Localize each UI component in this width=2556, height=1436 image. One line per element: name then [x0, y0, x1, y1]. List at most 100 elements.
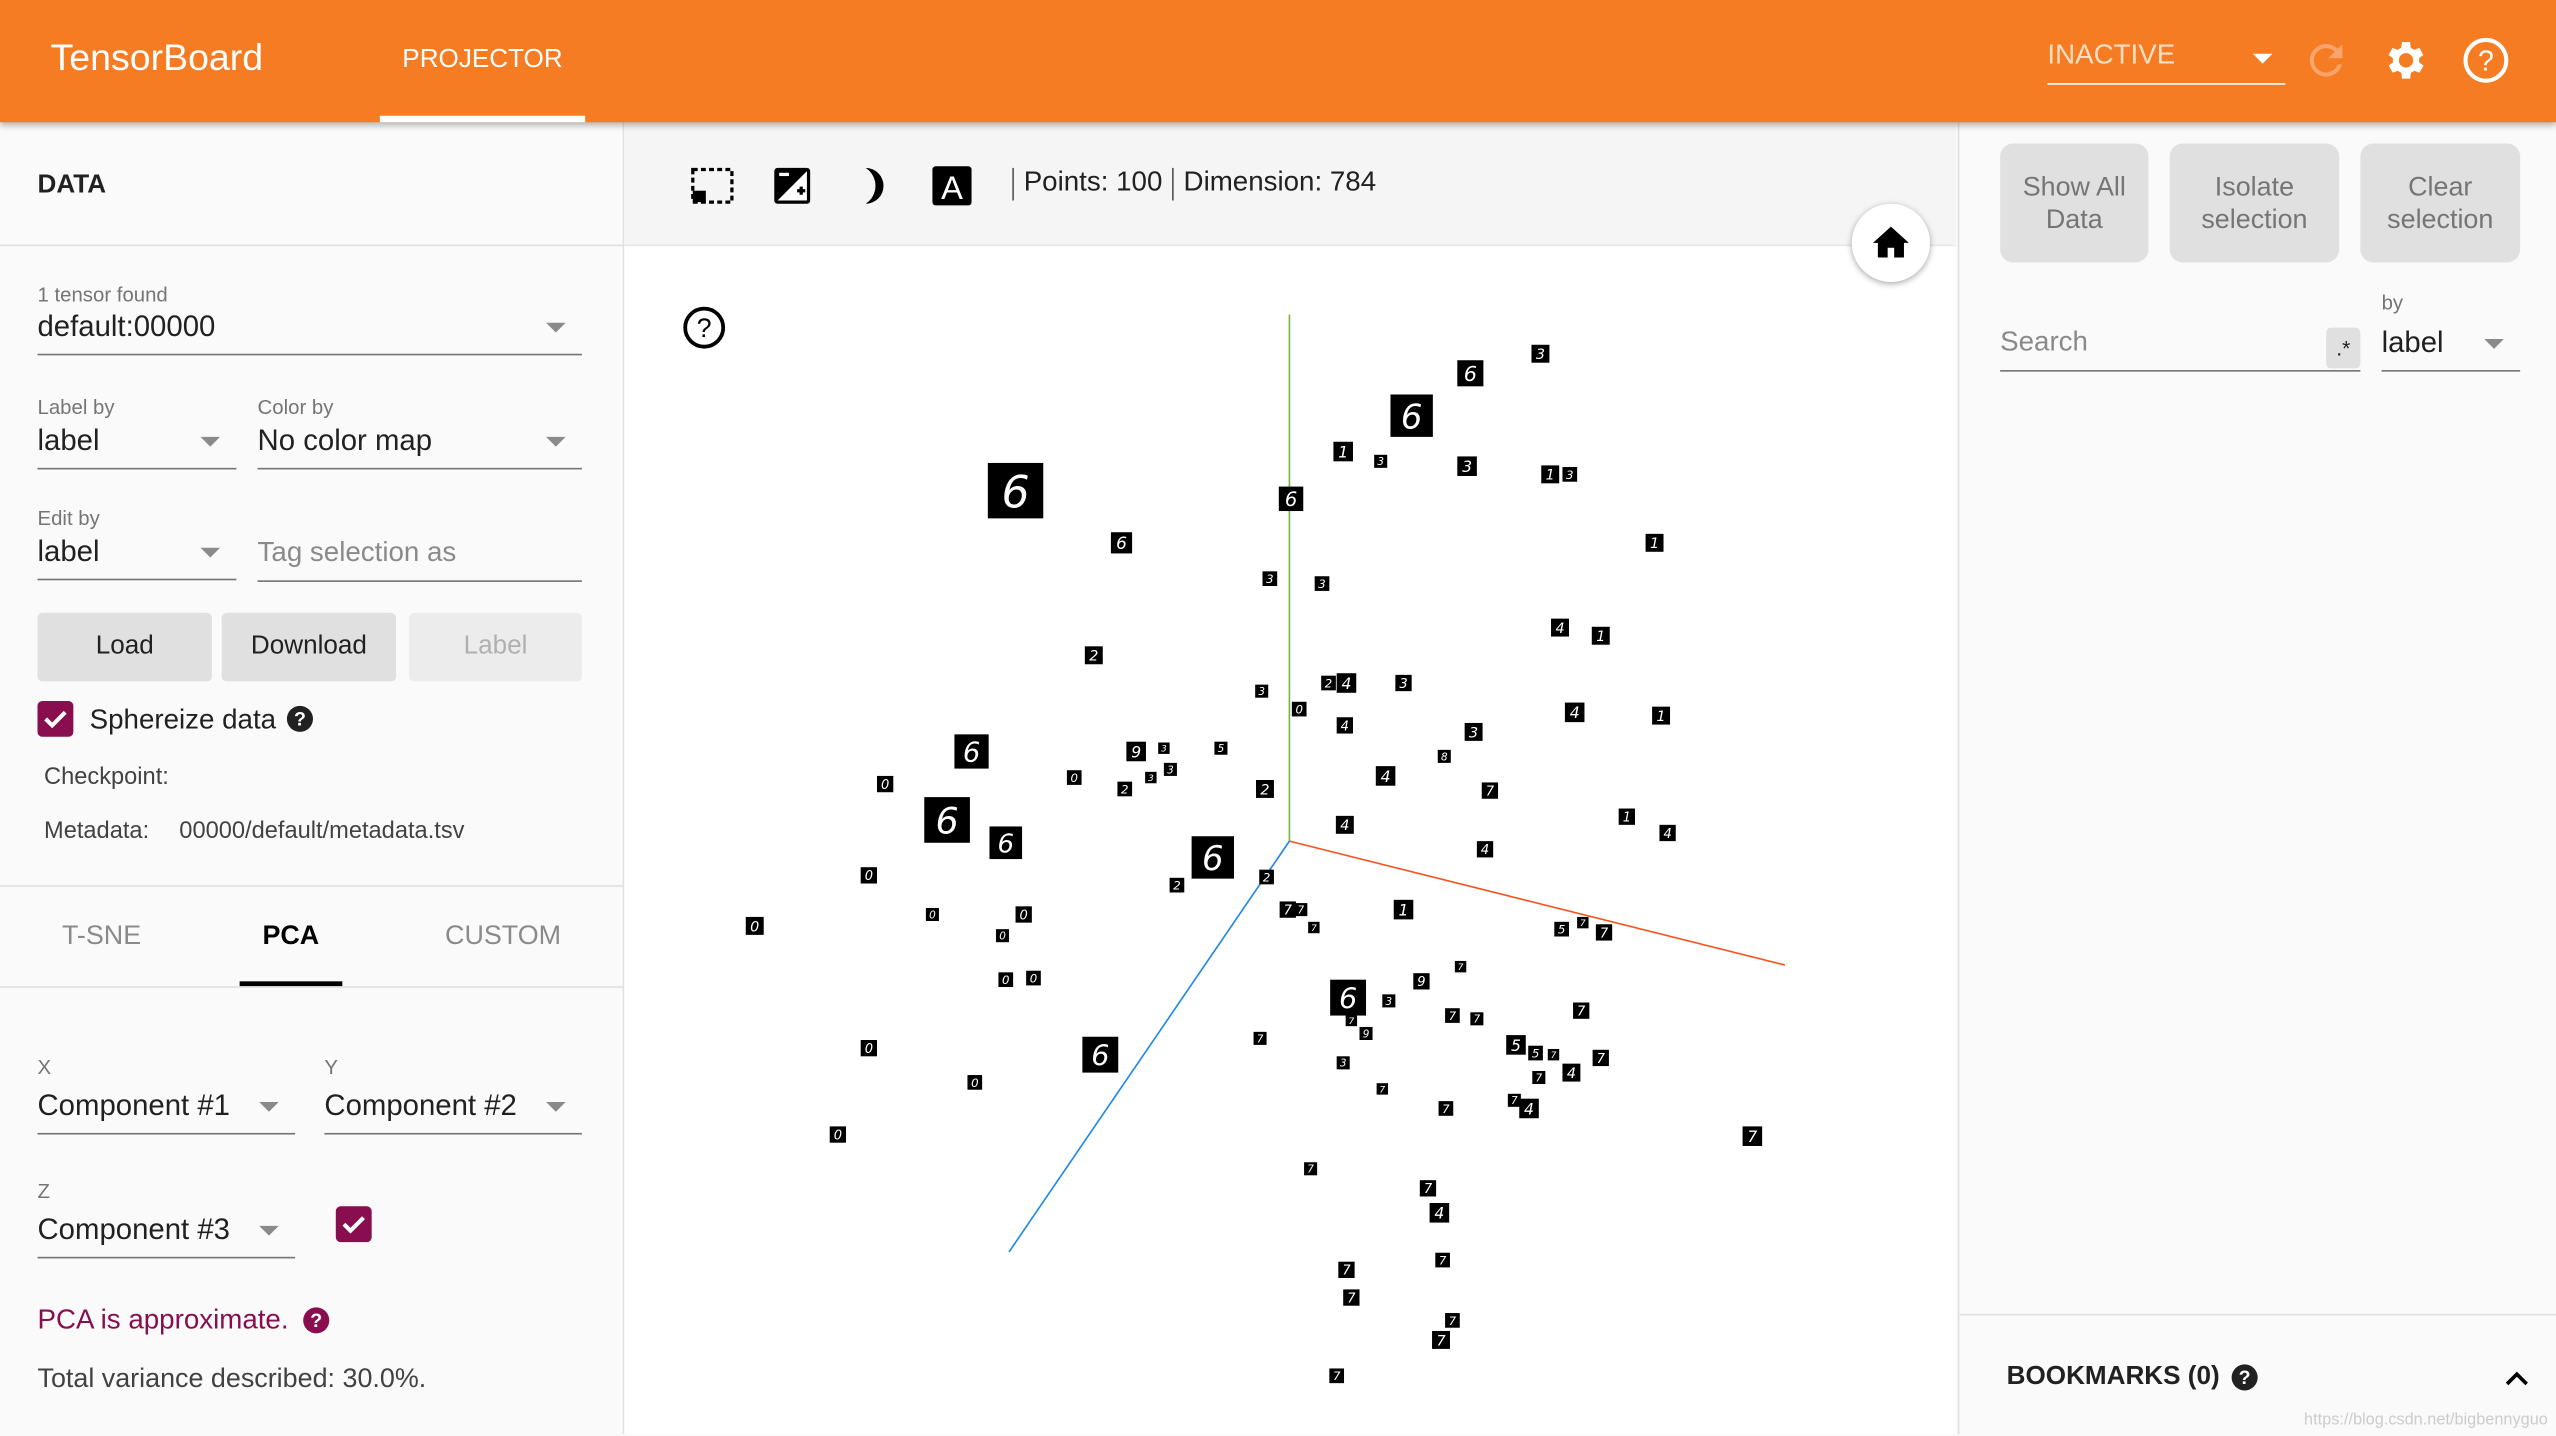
- data-point[interactable]: 3: [1374, 454, 1388, 468]
- data-point[interactable]: 1: [1333, 441, 1353, 462]
- y-component-select[interactable]: Component #2: [324, 1081, 582, 1135]
- data-point[interactable]: 0: [1291, 701, 1307, 717]
- data-point[interactable]: 9: [1359, 1026, 1373, 1040]
- data-point[interactable]: 3: [1158, 742, 1170, 755]
- data-point[interactable]: 2: [1321, 675, 1336, 691]
- data-point[interactable]: 9: [1413, 973, 1430, 990]
- data-point[interactable]: 7: [1470, 1012, 1484, 1026]
- tensor-select[interactable]: default:00000: [37, 302, 582, 356]
- data-point[interactable]: 7: [1595, 924, 1613, 941]
- color-by-select[interactable]: No color map: [257, 416, 582, 470]
- data-point[interactable]: 4: [1562, 1063, 1581, 1082]
- data-point[interactable]: 7: [1279, 901, 1296, 918]
- data-point[interactable]: 6: [1082, 1036, 1119, 1073]
- data-point[interactable]: 3: [1255, 684, 1269, 698]
- data-point[interactable]: 5: [1554, 921, 1569, 937]
- chevron-up-icon[interactable]: [2504, 1368, 2530, 1388]
- data-point[interactable]: 0: [745, 916, 764, 935]
- moon-icon[interactable]: [849, 163, 895, 209]
- edit-by-select[interactable]: label: [37, 527, 237, 581]
- data-point[interactable]: 4: [1429, 1203, 1450, 1223]
- data-point[interactable]: 6: [1278, 486, 1304, 512]
- clear-selection-button[interactable]: Clear selection: [2360, 143, 2521, 263]
- data-point[interactable]: 7: [1345, 1014, 1358, 1027]
- data-point[interactable]: 7: [1573, 1002, 1590, 1020]
- data-point[interactable]: 7: [1454, 960, 1467, 973]
- z-component-select[interactable]: Component #3: [37, 1205, 296, 1259]
- search-input[interactable]: Search: [2000, 318, 2361, 372]
- data-point[interactable]: 3: [1395, 674, 1412, 692]
- data-point[interactable]: 7: [1481, 782, 1499, 799]
- data-point[interactable]: 0: [925, 907, 939, 921]
- data-point[interactable]: 7: [1419, 1180, 1437, 1197]
- tag-selection-input[interactable]: Tag selection as: [257, 528, 582, 582]
- data-point[interactable]: 2: [1255, 780, 1274, 798]
- data-point[interactable]: 7: [1445, 1008, 1460, 1023]
- load-button[interactable]: Load: [37, 612, 212, 682]
- data-point[interactable]: 6: [1330, 979, 1367, 1016]
- data-point[interactable]: 1: [1591, 626, 1610, 645]
- data-point[interactable]: 4: [1375, 766, 1396, 786]
- data-point[interactable]: 7: [1438, 1101, 1454, 1116]
- data-point[interactable]: 9: [1126, 741, 1146, 762]
- run-select[interactable]: INACTIVE: [2047, 39, 2286, 85]
- data-point[interactable]: 3: [1562, 467, 1578, 482]
- data-point[interactable]: 7: [1742, 1126, 1763, 1146]
- data-point[interactable]: 5: [1214, 741, 1228, 755]
- search-by-select[interactable]: label: [2381, 318, 2521, 372]
- scatter-3d-canvas[interactable]: 666313 3 1 366 13 341232 4 34 104 36 9 3 58023324706…: [624, 122, 1956, 1434]
- data-point[interactable]: 7: [1592, 1049, 1609, 1067]
- data-point[interactable]: 7: [1253, 1031, 1267, 1045]
- data-point[interactable]: 7: [1376, 1083, 1389, 1095]
- data-point[interactable]: 2: [1117, 781, 1133, 797]
- data-point[interactable]: 6: [987, 462, 1044, 519]
- data-point[interactable]: 3: [1336, 1056, 1350, 1070]
- data-point[interactable]: 3: [1531, 344, 1550, 363]
- data-point[interactable]: 7: [1294, 903, 1308, 917]
- data-point[interactable]: 6: [989, 826, 1023, 860]
- data-point[interactable]: 0: [1015, 906, 1032, 923]
- data-point[interactable]: 7: [1435, 1252, 1450, 1268]
- data-point[interactable]: 6: [1390, 394, 1433, 437]
- label-by-select[interactable]: label: [37, 416, 237, 470]
- data-point[interactable]: 6: [1457, 360, 1484, 387]
- tab-projector[interactable]: PROJECTOR: [379, 0, 586, 123]
- data-point[interactable]: 1: [1652, 706, 1671, 725]
- regex-toggle[interactable]: .*: [2326, 327, 2361, 369]
- label-a-icon[interactable]: A: [929, 163, 975, 209]
- reset-view-button[interactable]: [1851, 203, 1931, 283]
- sphereize-checkbox[interactable]: [37, 700, 74, 737]
- show-all-data-button[interactable]: Show All Data: [2000, 143, 2149, 263]
- data-point[interactable]: 6: [1110, 532, 1133, 554]
- data-point[interactable]: 4: [1335, 815, 1354, 834]
- z-enable-checkbox[interactable]: [335, 1206, 372, 1243]
- download-button[interactable]: Download: [221, 612, 397, 682]
- data-point[interactable]: 4: [1519, 1098, 1539, 1119]
- data-point[interactable]: 0: [876, 775, 894, 793]
- data-point[interactable]: 2: [1169, 877, 1185, 893]
- data-point[interactable]: 1: [1393, 899, 1414, 920]
- settings-gear-icon[interactable]: [2382, 36, 2431, 85]
- data-point[interactable]: 1: [1541, 465, 1560, 484]
- data-point[interactable]: 5: [1506, 1035, 1526, 1055]
- help-icon[interactable]: ?: [303, 1307, 330, 1334]
- tab-tsne[interactable]: T-SNE: [62, 921, 141, 952]
- isolate-selection-button[interactable]: Isolate selection: [2169, 143, 2340, 263]
- select-rectangle-icon[interactable]: [690, 163, 736, 209]
- data-point[interactable]: 6: [924, 797, 970, 843]
- data-point[interactable]: 0: [998, 972, 1014, 987]
- data-point[interactable]: 1: [1645, 533, 1664, 552]
- data-point[interactable]: 3: [1464, 722, 1483, 741]
- data-point[interactable]: 3: [1314, 576, 1330, 591]
- data-point[interactable]: 3: [1457, 456, 1477, 476]
- data-point[interactable]: 7: [1338, 1261, 1355, 1279]
- data-point[interactable]: 7: [1432, 1330, 1450, 1349]
- help-circle-icon[interactable]: ?: [2461, 36, 2510, 85]
- data-point[interactable]: 7: [1507, 1093, 1521, 1107]
- data-point[interactable]: 0: [967, 1075, 983, 1090]
- data-point[interactable]: 7: [1547, 1048, 1560, 1061]
- app-title[interactable]: TensorBoard: [51, 36, 264, 80]
- data-point[interactable]: 0: [995, 929, 1010, 943]
- tab-pca[interactable]: PCA: [262, 921, 319, 952]
- help-icon[interactable]: ?: [2231, 1364, 2258, 1391]
